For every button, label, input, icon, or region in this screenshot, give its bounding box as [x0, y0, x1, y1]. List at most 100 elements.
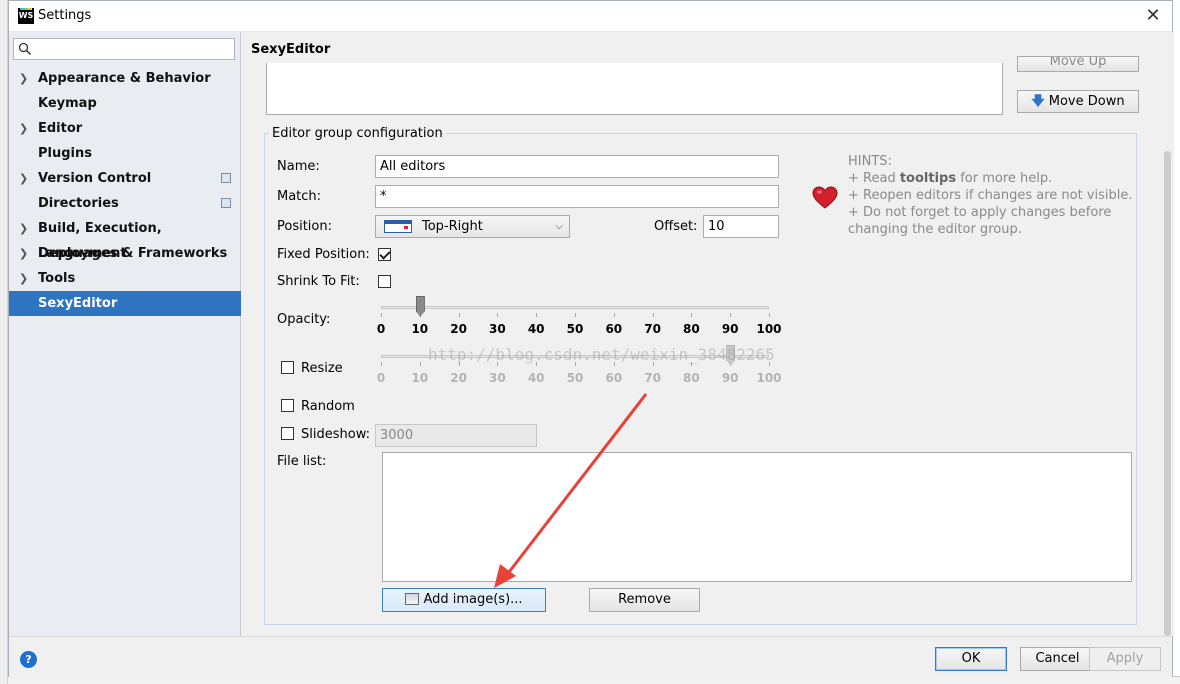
- position-select[interactable]: Top-Right ⌵: [375, 215, 570, 238]
- offset-field[interactable]: 10: [703, 215, 779, 238]
- opacity-slider-tick-label: 90: [721, 322, 739, 336]
- opacity-slider[interactable]: 0 10 20 30 40 50 60 70 80 90 100: [375, 296, 785, 346]
- move-down-label: Move Down: [1048, 94, 1125, 109]
- resize-slider-tick-label: 30: [489, 371, 506, 385]
- apply-label: Apply: [1106, 651, 1144, 666]
- cancel-label: Cancel: [1035, 651, 1080, 666]
- ok-label: OK: [961, 651, 981, 666]
- opacity-slider-tick: [497, 313, 499, 317]
- arrow-down-icon: 🡇: [1031, 94, 1045, 109]
- hints-line-1: + Read tooltips for more help.: [848, 170, 1133, 187]
- ok-button[interactable]: OK: [935, 647, 1007, 671]
- opacity-slider-tick-label: 0: [376, 322, 386, 336]
- resize-slider-tick: [419, 362, 421, 366]
- dialog-footer: ? OK Cancel Apply: [9, 636, 1172, 678]
- opacity-slider-tick: [691, 313, 693, 317]
- settings-nav: ❯ Appearance & Behavior Keymap ❯ Editor …: [9, 66, 241, 316]
- move-up-button[interactable]: Move Up: [1017, 56, 1139, 72]
- sidebar-item-label: Appearance & Behavior: [38, 71, 211, 86]
- hints-line-1-prefix: + Read: [848, 171, 900, 186]
- shrink-to-fit-label: Shrink To Fit:: [277, 274, 360, 289]
- sidebar-item-label: Keymap: [38, 96, 97, 111]
- apply-button[interactable]: Apply: [1089, 647, 1161, 671]
- help-button[interactable]: ?: [20, 651, 37, 668]
- move-down-button[interactable]: 🡇 Move Down: [1017, 90, 1139, 113]
- resize-slider-tick-label: 0: [376, 371, 386, 385]
- search-input[interactable]: [13, 38, 235, 60]
- sidebar-item-sexyeditor[interactable]: SexyEditor: [9, 291, 241, 316]
- move-up-label: Move Up: [1049, 56, 1107, 69]
- sidebar-item-label: Tools: [38, 271, 76, 286]
- sidebar-item-version-control[interactable]: ❯ Version Control: [9, 166, 241, 191]
- background-editor-strip: [0, 0, 8, 684]
- sidebar-item-label: SexyEditor: [38, 296, 118, 311]
- hints-line-4: changing the editor group.: [848, 222, 1022, 237]
- image-icon: [405, 592, 420, 605]
- cancel-button[interactable]: Cancel: [1020, 647, 1095, 671]
- opacity-slider-tick-label: 30: [489, 322, 506, 336]
- opacity-slider-thumb[interactable]: [415, 296, 425, 317]
- heart-icon: [812, 186, 838, 209]
- position-label: Position:: [277, 219, 332, 234]
- position-select-value: Top-Right: [422, 219, 483, 234]
- opacity-slider-tick-label: 100: [756, 322, 782, 336]
- name-label: Name:: [277, 159, 320, 174]
- slideshow-checkbox[interactable]: [281, 427, 294, 440]
- watermark: http://blog.csdn.net/weixin_38482265: [428, 345, 775, 364]
- sidebar-item-languages-frameworks[interactable]: ❯ Languages & Frameworks: [9, 241, 241, 266]
- sidebar-item-label: Version Control: [38, 171, 152, 186]
- resize-slider-tick-label: 20: [450, 371, 467, 385]
- resize-slider-tick-label: 10: [411, 371, 429, 385]
- slideshow-label: Slideshow:: [301, 427, 370, 442]
- sidebar-item-plugins[interactable]: Plugins: [9, 141, 241, 166]
- opacity-slider-tick-label: 40: [527, 322, 545, 336]
- editor-groups-list[interactable]: [266, 63, 1003, 115]
- opacity-slider-tick-label: 80: [683, 322, 700, 336]
- chevron-down-icon: ⌵: [555, 221, 563, 232]
- fixed-position-checkbox[interactable]: [378, 248, 391, 261]
- opacity-slider-tick: [458, 313, 460, 317]
- opacity-slider-tick: [769, 313, 770, 317]
- opacity-slider-tick-label: 10: [411, 322, 429, 336]
- opacity-slider-tick: [613, 313, 615, 317]
- settings-dialog: WS Settings ✕ ❯ Appearance & Behavior Ke…: [8, 0, 1174, 678]
- sidebar-item-build-execution-deployment[interactable]: ❯ Build, Execution, Deployment: [9, 216, 241, 261]
- remove-label: Remove: [618, 592, 671, 607]
- shrink-to-fit-checkbox[interactable]: [378, 275, 391, 288]
- vertical-scrollbar[interactable]: [1164, 151, 1171, 636]
- expand-arrow-icon: ❯: [19, 122, 29, 135]
- sidebar-item-tools[interactable]: ❯ Tools: [9, 266, 241, 291]
- annotation-arrow: [494, 393, 648, 588]
- resize-label: Resize: [301, 361, 343, 376]
- resize-slider-tick: [381, 362, 382, 366]
- sidebar-item-appearance-behavior[interactable]: ❯ Appearance & Behavior: [9, 66, 241, 91]
- hints-panel: HINTS: + Read tooltips for more help. + …: [848, 153, 1133, 238]
- close-icon: ✕: [1145, 5, 1161, 26]
- group-legend: Editor group configuration: [269, 126, 446, 141]
- close-button[interactable]: ✕: [1142, 5, 1164, 27]
- sidebar-item-keymap[interactable]: Keymap: [9, 91, 241, 116]
- resize-checkbox[interactable]: [281, 361, 294, 374]
- project-scope-icon: [221, 198, 231, 208]
- opacity-slider-track[interactable]: [381, 306, 769, 309]
- random-checkbox[interactable]: [281, 399, 294, 412]
- opacity-slider-tick: [575, 313, 576, 317]
- help-icon: ?: [25, 653, 32, 666]
- fixed-position-label: Fixed Position:: [277, 247, 370, 262]
- opacity-slider-tick-label: 50: [566, 322, 584, 336]
- opacity-slider-tick: [381, 313, 382, 317]
- opacity-slider-tick-label: 20: [450, 322, 467, 336]
- expand-arrow-icon: ❯: [19, 72, 29, 85]
- add-images-label: Add image(s)...: [423, 592, 523, 607]
- name-field[interactable]: All editors: [375, 155, 779, 178]
- sidebar-item-editor[interactable]: ❯ Editor: [9, 116, 241, 141]
- expand-arrow-icon: ❯: [19, 172, 29, 185]
- hints-title: HINTS:: [848, 154, 892, 169]
- match-field[interactable]: *: [375, 185, 779, 208]
- resize-slider-tick-label: 100: [756, 371, 782, 385]
- sidebar-item-directories[interactable]: Directories: [9, 191, 241, 216]
- hints-tooltips-keyword: tooltips: [899, 171, 957, 186]
- sidebar-item-label: Editor: [38, 121, 83, 136]
- expand-arrow-icon: ❯: [19, 222, 29, 235]
- webstorm-logo-icon: WS: [18, 8, 34, 24]
